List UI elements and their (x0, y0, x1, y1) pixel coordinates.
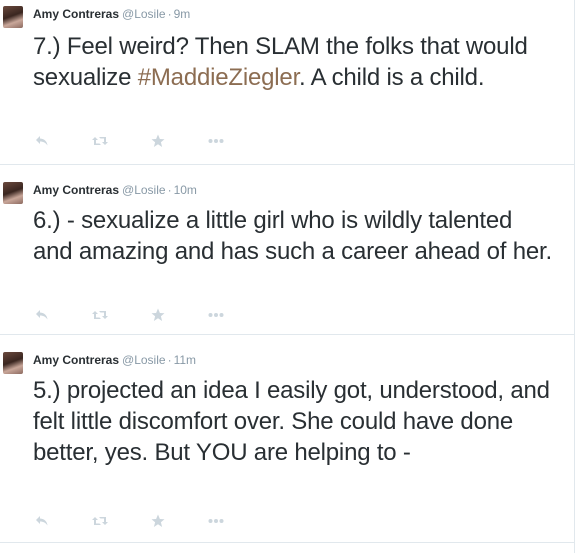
more-icon[interactable] (207, 512, 225, 530)
author-name[interactable]: Amy Contreras (33, 7, 119, 21)
tweet-actions (33, 132, 225, 150)
tweet-timestamp[interactable]: 9m (174, 7, 191, 21)
retweet-icon[interactable] (91, 132, 109, 150)
author-handle[interactable]: @Losile (122, 183, 166, 197)
author-name[interactable]: Amy Contreras (33, 353, 119, 367)
more-icon[interactable] (207, 306, 225, 324)
reply-icon[interactable] (33, 132, 51, 150)
tweet-text: 6.) - sexualize a little girl who is wil… (33, 207, 552, 265)
tweet-text: 7.) Feel weird? Then SLAM the folks that… (33, 31, 553, 93)
avatar[interactable] (3, 6, 23, 28)
tweet-item[interactable]: Amy Contreras @Losile · 10m 6.) - sexualize… (0, 165, 575, 335)
avatar[interactable] (3, 182, 23, 204)
author-handle[interactable]: @Losile (122, 7, 166, 21)
tweet-actions (33, 512, 225, 530)
tweet-header: Amy Contreras @Losile · 9m (33, 6, 190, 22)
tweet-text-part: . A child is a child. (299, 64, 485, 91)
retweet-icon[interactable] (91, 512, 109, 530)
tweet-timestamp[interactable]: 10m (174, 183, 197, 197)
favorite-icon[interactable] (149, 512, 167, 530)
tweet-header: Amy Contreras @Losile · 11m (33, 352, 196, 368)
hashtag-link[interactable]: #MaddieZiegler (138, 64, 300, 91)
author-name[interactable]: Amy Contreras (33, 183, 119, 197)
avatar[interactable] (3, 352, 23, 374)
more-icon[interactable] (207, 132, 225, 150)
meta-separator: · (167, 7, 172, 21)
reply-icon[interactable] (33, 512, 51, 530)
tweet-item[interactable]: Amy Contreras @Losile · 11m 5.) projected a… (0, 335, 575, 543)
tweet-timestamp[interactable]: 11m (174, 353, 196, 367)
author-handle[interactable]: @Losile (122, 353, 166, 367)
tweet-timeline: Amy Contreras @Losile · 9m 7.) Feel weird? … (0, 0, 575, 553)
retweet-icon[interactable] (91, 306, 109, 324)
meta-separator: · (167, 183, 172, 197)
tweet-header: Amy Contreras @Losile · 10m (33, 182, 197, 198)
favorite-icon[interactable] (149, 306, 167, 324)
tweet-text: 5.) projected an idea I easily got, unde… (33, 377, 550, 466)
meta-separator: · (167, 353, 172, 367)
reply-icon[interactable] (33, 306, 51, 324)
favorite-icon[interactable] (149, 132, 167, 150)
tweet-item[interactable]: Amy Contreras @Losile · 9m 7.) Feel weird? … (0, 0, 575, 165)
tweet-actions (33, 306, 225, 324)
